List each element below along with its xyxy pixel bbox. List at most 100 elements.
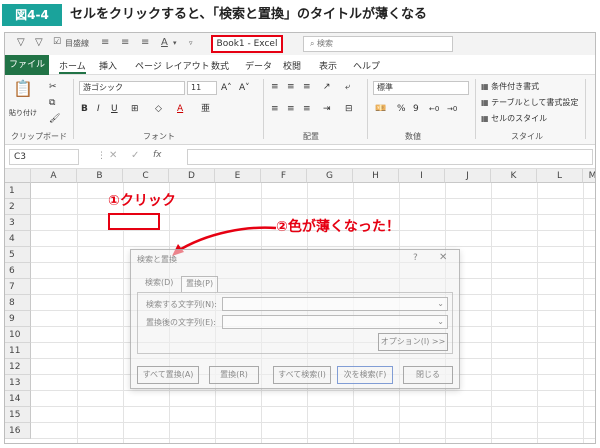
italic-icon[interactable]: I [97,103,100,115]
align-left-icon[interactable]: ≡ [271,103,279,115]
filter-icon[interactable]: ▽ [17,37,25,48]
conditional-format-button[interactable]: ▦ 条件付き書式 [481,81,539,93]
decrease-decimal-icon[interactable]: →0 [447,103,457,115]
align-right-icon[interactable]: ≡ [303,103,311,115]
row-header[interactable]: 10 [5,327,31,343]
search-input[interactable]: ⌕ 検索 [303,36,453,52]
column-header[interactable]: E [215,169,261,183]
row-header[interactable]: 3 [5,215,31,231]
percent-icon[interactable]: % [397,103,406,115]
row-header[interactable]: 14 [5,391,31,407]
tab-view[interactable]: 表示 [319,59,337,72]
help-icon[interactable]: ? [413,253,418,263]
column-header[interactable]: G [307,169,353,183]
find-replace-dialog[interactable]: 検索と置換 ? ✕ 検索(D) 置換(P) 検索する文字列(N): ⌄ 置換後の… [130,249,460,389]
find-all-button[interactable]: すべて検索(I) [273,366,331,384]
row-header[interactable]: 7 [5,279,31,295]
number-format-select[interactable]: 標準 [373,81,469,95]
dropdown-icon[interactable]: ▾ [173,39,177,47]
shrink-font-icon[interactable]: A˅ [239,82,250,94]
border-icon[interactable]: ⊞ [131,103,139,115]
font-color-icon[interactable]: A [177,103,183,115]
chevron-down-icon[interactable]: ⌄ [437,317,444,326]
tab-page-layout[interactable]: ページ レイアウト [135,59,210,72]
align-center-icon[interactable]: ≡ [121,37,129,48]
tab-formulas[interactable]: 数式 [211,59,229,72]
underline-icon[interactable]: U [111,103,118,115]
column-header[interactable]: D [169,169,215,183]
merge-center-icon[interactable]: ⊟ [345,103,353,115]
tab-replace[interactable]: 置換(P) [181,276,219,292]
comma-icon[interactable]: 9 [413,103,419,115]
row-header[interactable]: 9 [5,311,31,327]
row-header[interactable]: 2 [5,199,31,215]
align-middle-icon[interactable]: ≡ [287,81,295,93]
row-header[interactable]: 1 [5,183,31,199]
name-box[interactable]: C3 [9,149,79,165]
find-next-button[interactable]: 次を検索(F) [337,366,393,384]
tab-find[interactable]: 検索(D) [141,276,177,292]
column-header[interactable]: J [445,169,491,183]
align-center-icon[interactable]: ≡ [287,103,295,115]
tab-data[interactable]: データ [245,59,272,72]
column-header[interactable]: F [261,169,307,183]
phonetic-icon[interactable]: 亜 [201,103,210,115]
tab-home[interactable]: ホーム [59,59,86,74]
row-header[interactable]: 16 [5,423,31,439]
align-top-icon[interactable]: ≡ [271,81,279,93]
column-header[interactable]: H [353,169,399,183]
font-name-select[interactable]: 游ゴシック [79,81,185,95]
orientation-icon[interactable]: ↗ [323,81,331,93]
replace-input[interactable]: ⌄ [222,315,448,329]
row-header[interactable]: 6 [5,263,31,279]
fill-color-icon[interactable]: ◇ [155,103,162,115]
tab-file[interactable]: ファイル [5,55,49,75]
format-as-table-button[interactable]: ▦ テーブルとして書式設定 [481,97,578,109]
tab-help[interactable]: ヘルプ [353,59,380,72]
copy-icon[interactable]: ⧉ [49,97,55,109]
wrap-text-icon[interactable]: ⤶ [345,81,350,93]
find-input[interactable]: ⌄ [222,297,448,311]
column-header[interactable]: I [399,169,445,183]
paste-label[interactable]: 貼り付け [9,107,37,119]
column-header[interactable]: K [491,169,537,183]
currency-icon[interactable]: 💴 [375,103,386,115]
column-header[interactable]: A [31,169,77,183]
increase-decimal-icon[interactable]: ←0 [429,103,439,115]
tab-review[interactable]: 校閲 [283,59,301,72]
column-header[interactable]: C [123,169,169,183]
close-button[interactable]: 閉じる [403,366,453,384]
column-header[interactable]: M [583,169,595,183]
selected-cell[interactable] [108,213,160,230]
row-header[interactable]: 8 [5,295,31,311]
cell-styles-button[interactable]: ▦ セルのスタイル [481,113,547,125]
font-size-select[interactable]: 11 [187,81,217,95]
column-header[interactable]: B [77,169,123,183]
options-button[interactable]: オプション(I) >> [378,333,448,351]
indent-icon[interactable]: ⇥ [323,103,331,115]
enter-icon[interactable]: ✓ [131,150,139,161]
insert-function-icon[interactable]: fx [153,150,162,160]
replace-all-button[interactable]: すべて置換(A) [137,366,199,384]
row-header[interactable]: 4 [5,231,31,247]
align-right-icon[interactable]: ≡ [141,37,149,48]
row-header[interactable]: 11 [5,343,31,359]
cancel-icon[interactable]: ✕ [109,150,117,161]
formula-input[interactable] [187,149,593,165]
select-all-corner[interactable] [5,169,31,183]
row-header[interactable]: 13 [5,375,31,391]
column-header[interactable]: L [537,169,583,183]
row-header[interactable]: 12 [5,359,31,375]
align-bottom-icon[interactable]: ≡ [303,81,311,93]
customize-qat-icon[interactable]: ▿ [189,39,193,47]
font-color-icon[interactable]: A [161,37,168,48]
cut-icon[interactable]: ✂ [49,81,57,93]
close-icon[interactable]: ✕ [439,252,447,263]
tab-insert[interactable]: 挿入 [99,59,117,72]
chevron-down-icon[interactable]: ⌄ [437,299,444,308]
align-left-icon[interactable]: ≡ [101,37,109,48]
row-header[interactable]: 15 [5,407,31,423]
format-painter-icon[interactable]: 🖌 [49,113,60,125]
grow-font-icon[interactable]: A˄ [221,82,232,94]
replace-button[interactable]: 置換(R) [209,366,259,384]
